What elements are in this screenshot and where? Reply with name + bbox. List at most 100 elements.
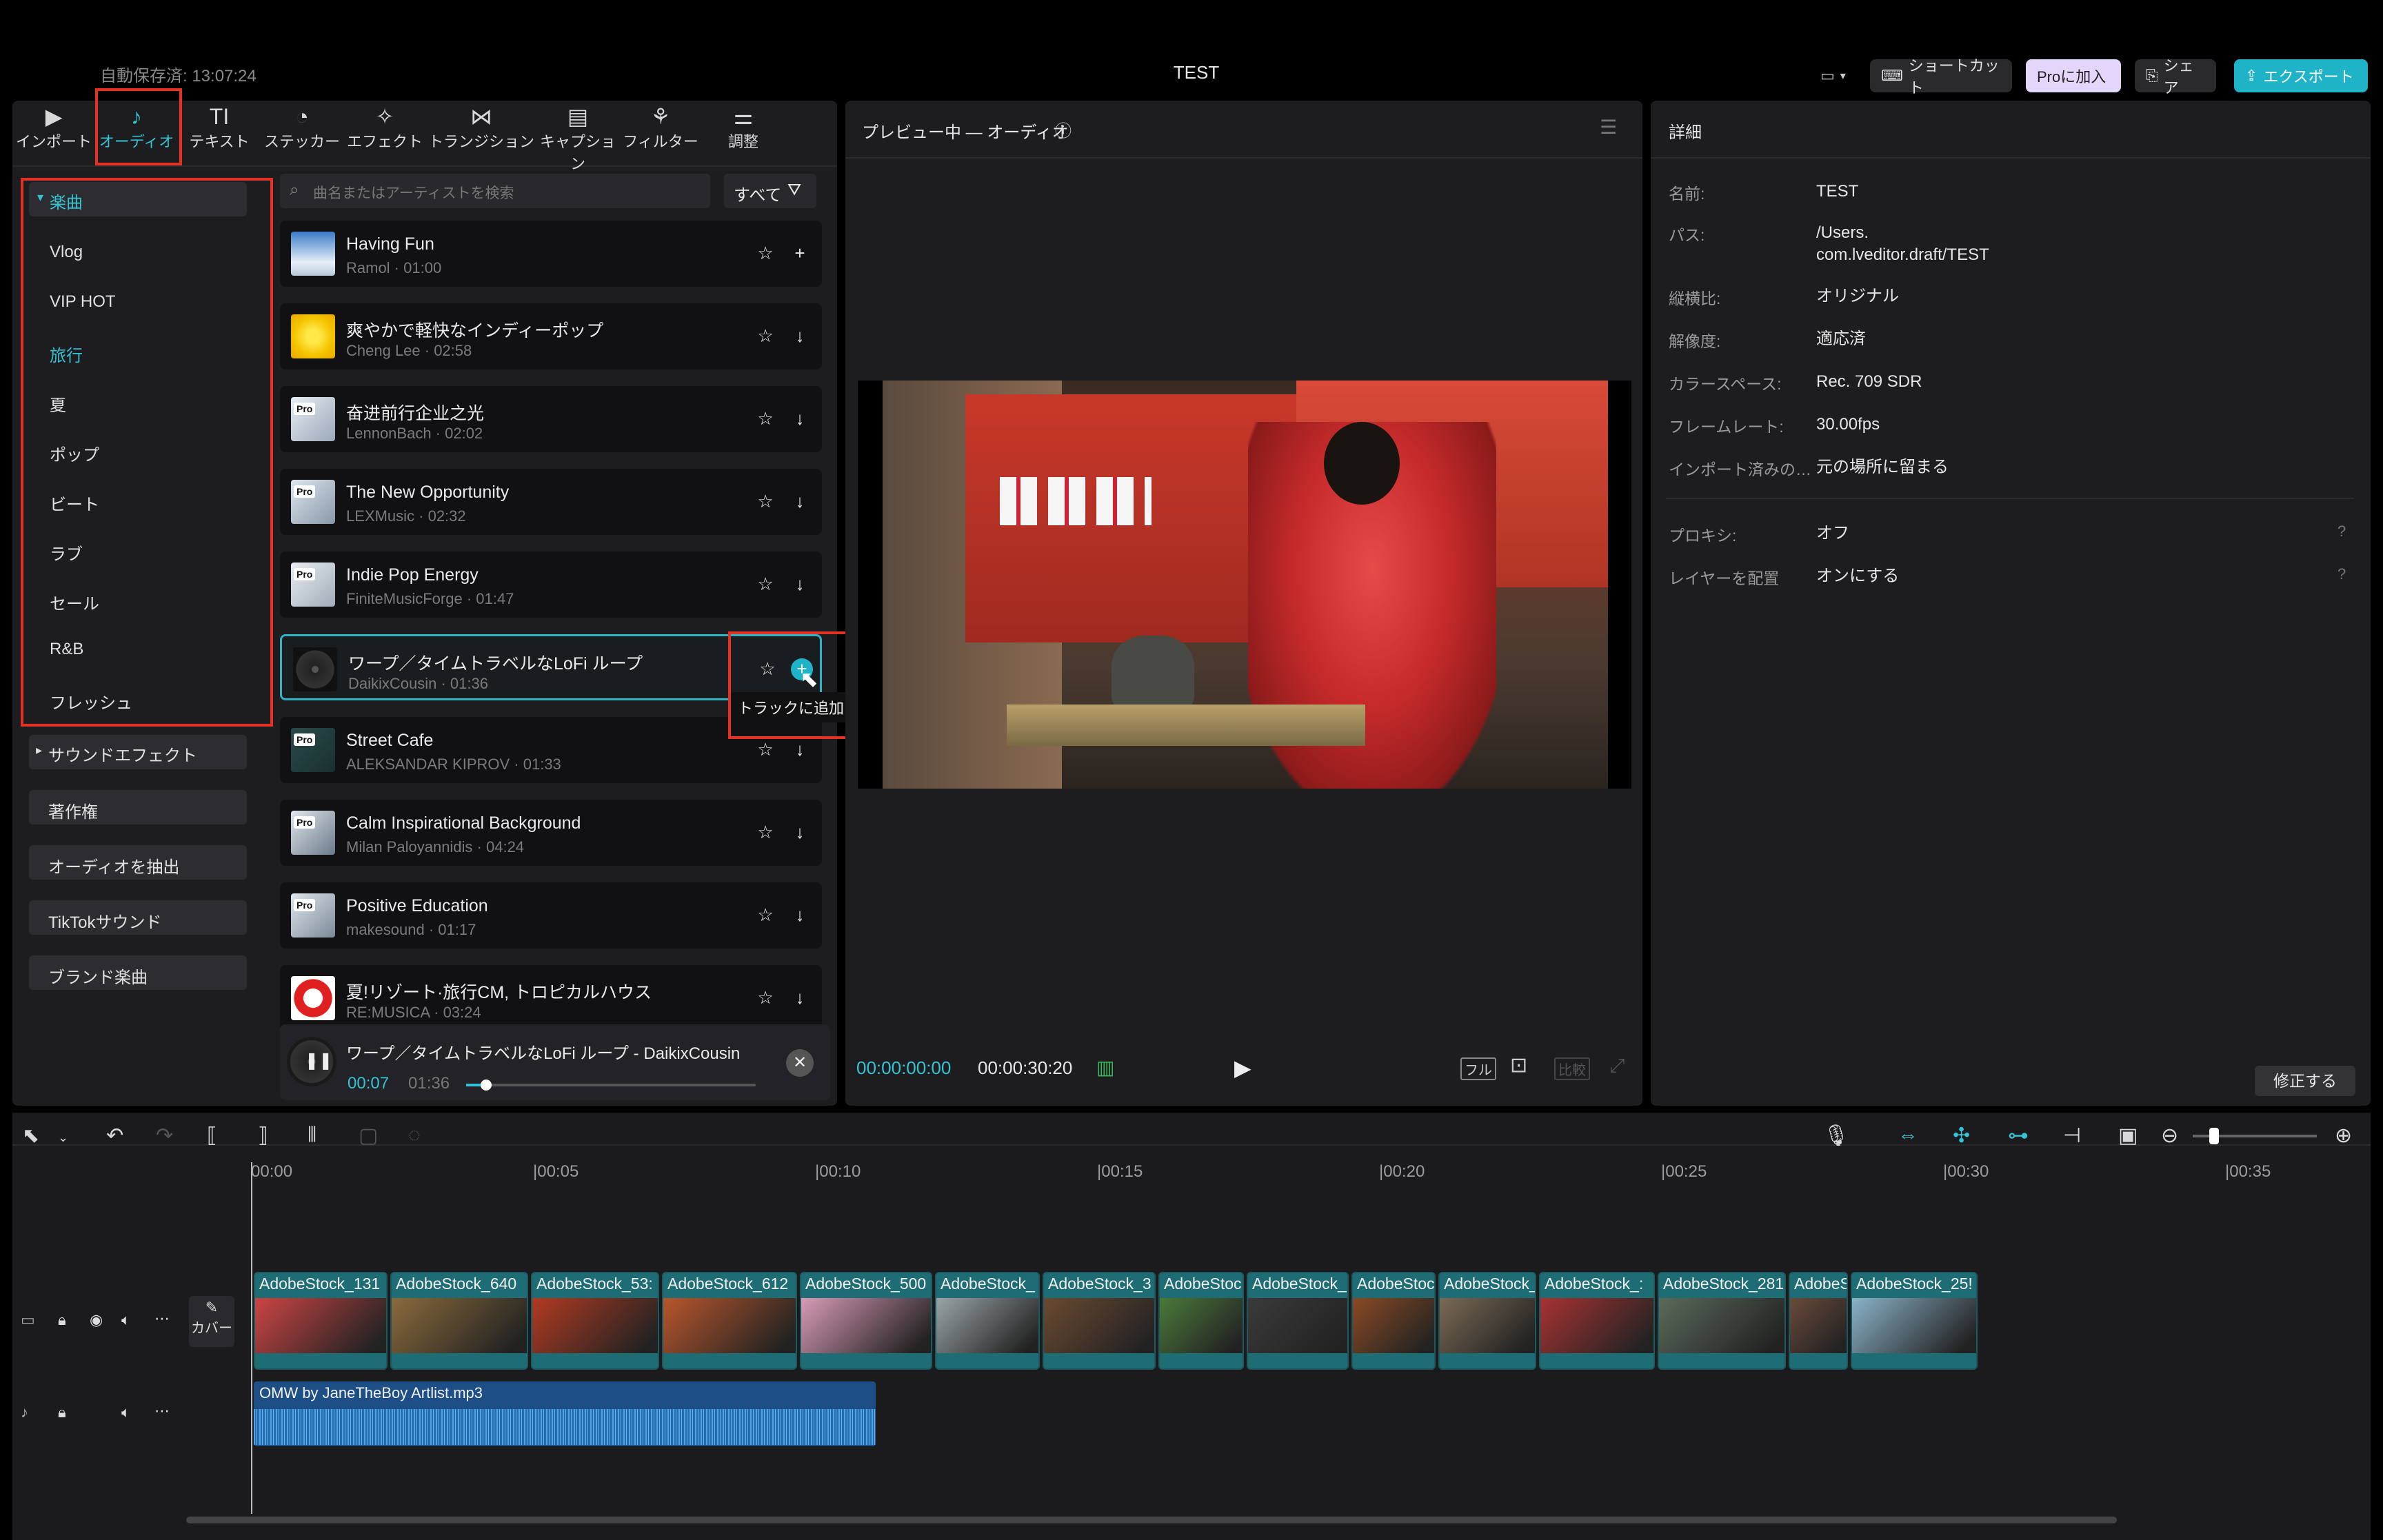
auto-snap-icon[interactable]: ✣ — [1953, 1124, 1970, 1148]
pause-button[interactable]: ❚❚ — [287, 1037, 336, 1086]
undo-icon[interactable]: ↶ — [106, 1124, 123, 1148]
extract-audio-button[interactable]: オーディオを抽出 — [29, 845, 247, 880]
tab-adjust[interactable]: ⚌ 調整 — [702, 103, 785, 159]
speaker-icon[interactable]: 🔈︎ — [121, 1404, 130, 1421]
video-clip[interactable]: AdobeStock_ — [935, 1272, 1040, 1370]
select-tool-icon[interactable]: ⬉ — [22, 1124, 39, 1148]
music-track-item[interactable]: Pro The New Opportunity LEXMusic · 02:32 ☆ ↓ — [280, 469, 822, 535]
redo-icon[interactable]: ↷ — [156, 1124, 173, 1148]
tab-sticker[interactable]: ◔ ステッカー — [261, 103, 343, 159]
tiktok-sounds-button[interactable]: TikTokサウンド — [29, 900, 247, 935]
help-icon[interactable]: ? — [2337, 565, 2346, 583]
tab-filter[interactable]: ⚘ フィルター — [619, 103, 702, 159]
music-track-item[interactable]: Pro Calm Inspirational Background Milan Pa… — [280, 800, 822, 866]
audio-clip[interactable]: OMW by JaneTheBoy Artlist.mp3 — [254, 1381, 876, 1446]
copyright-button[interactable]: 著作権 — [29, 790, 247, 824]
trim-right-icon[interactable]: ⦀ — [308, 1124, 316, 1147]
microphone-icon[interactable]: 🎙 — [1823, 1124, 1849, 1148]
more-icon[interactable]: ⋯ — [154, 1402, 170, 1420]
help-icon[interactable]: ? — [2337, 523, 2346, 540]
download-icon[interactable]: ↓ — [789, 904, 811, 926]
download-icon[interactable]: ↓ — [789, 408, 811, 430]
zoom-slider-knob[interactable] — [2209, 1128, 2219, 1144]
share-button[interactable]: ⎘ シェア — [2135, 57, 2216, 97]
music-track-item[interactable]: Pro 奋进前行企业之光 LennonBach · 02:02 ☆ ↓ — [280, 386, 822, 452]
video-clip[interactable]: AdobeStock_612 — [662, 1272, 797, 1370]
download-icon[interactable]: ↓ — [789, 325, 811, 347]
tab-text[interactable]: TI テキスト — [178, 103, 261, 159]
zoom-fit-icon[interactable]: ⊡ — [1510, 1053, 1527, 1077]
video-clip[interactable]: AdobeStoc — [1351, 1272, 1436, 1370]
music-track-item[interactable]: Pro Indie Pop Energy FiniteMusicForge · 01… — [280, 551, 822, 618]
full-quality-button[interactable]: フル — [1460, 1057, 1496, 1080]
favorite-star-icon[interactable]: ☆ — [754, 491, 776, 513]
favorite-star-icon[interactable]: ☆ — [754, 574, 776, 596]
chevron-down-icon[interactable]: ⌄ — [58, 1131, 68, 1145]
video-clip[interactable]: AdobeS — [1789, 1272, 1848, 1370]
video-clip[interactable]: AdobeStoc — [1158, 1272, 1244, 1370]
close-player-button[interactable]: ✕ — [786, 1049, 814, 1077]
shortcut-button[interactable]: ⌨ ショートカット — [1870, 57, 2012, 97]
video-clip[interactable]: AdobeStock_131 — [254, 1272, 388, 1370]
music-track-item[interactable]: 夏!リゾート·旅行CM, トロピカルハウス RE:MUSICA · 03:24 ☆ ↓ — [280, 965, 822, 1031]
brand-music-button[interactable]: ブランド楽曲 — [29, 955, 247, 990]
compare-button[interactable]: 比較 — [1554, 1057, 1590, 1080]
menu-icon[interactable]: ☰ — [1600, 116, 1617, 139]
tab-transition[interactable]: ⋈ トランジション — [426, 103, 536, 159]
video-clip[interactable]: AdobeStock_ — [1247, 1272, 1349, 1370]
modify-button[interactable]: 修正する — [2255, 1066, 2355, 1096]
zoom-slider[interactable] — [2193, 1128, 2317, 1144]
filter-dropdown[interactable]: すべて ⛛ — [724, 174, 816, 208]
search-input[interactable]: ⌕ 曲名またはアーティストを検索 — [280, 174, 710, 208]
zoom-out-icon[interactable]: ⊖ — [2161, 1124, 2178, 1148]
download-icon[interactable]: ↓ — [789, 574, 811, 596]
link-clips-icon[interactable]: ⊶ — [2008, 1124, 2029, 1148]
download-icon[interactable]: ↓ — [789, 822, 811, 844]
pro-subscribe-button[interactable]: Proに加入 — [2026, 59, 2121, 92]
preview-axis-icon[interactable]: ⊣ — [2063, 1124, 2081, 1148]
video-canvas[interactable] — [858, 381, 1631, 789]
tab-effects[interactable]: ✧ エフェクト — [343, 103, 426, 159]
video-clip[interactable]: AdobeStock_281 — [1658, 1272, 1786, 1370]
export-button[interactable]: ⇪ エクスポート — [2234, 59, 2368, 92]
delete-icon[interactable]: ▢ — [359, 1124, 378, 1148]
magnet-link-icon[interactable]: ⇔ — [1898, 1124, 1918, 1147]
trim-left-icon[interactable]: ⟧ — [258, 1124, 268, 1148]
favorite-star-icon[interactable]: ☆ — [754, 987, 776, 1009]
music-track-item[interactable]: 爽やかで軽快なインディーポップ Cheng Lee · 02:58 ☆ ↓ — [280, 303, 822, 369]
video-clip[interactable]: AdobeStock_ — [1438, 1272, 1536, 1370]
lock-icon[interactable]: 🔒︎ — [58, 1311, 66, 1329]
player-progress-bar[interactable] — [466, 1080, 756, 1091]
playhead[interactable] — [251, 1162, 252, 1514]
thumbnail-toggle-icon[interactable]: ▣ — [2118, 1124, 2138, 1148]
mask-icon[interactable]: ◌ — [408, 1124, 421, 1147]
layout-menu-button[interactable]: ▭ ▾ — [1809, 59, 1858, 92]
favorite-star-icon[interactable]: ☆ — [754, 822, 776, 844]
speaker-icon[interactable]: 🔈︎ — [121, 1311, 130, 1329]
play-button[interactable]: ▶ — [1234, 1055, 1251, 1081]
split-icon[interactable]: ⟦ — [207, 1124, 217, 1148]
favorite-star-icon[interactable]: ☆ — [754, 739, 776, 761]
video-clip[interactable]: AdobeStock_: — [1539, 1272, 1655, 1370]
video-clip[interactable]: AdobeStock_25! — [1851, 1272, 1978, 1370]
video-clip[interactable]: AdobeStock_500 — [800, 1272, 932, 1370]
video-clip[interactable]: AdobeStock_3 — [1043, 1272, 1156, 1370]
download-icon[interactable]: ↓ — [789, 739, 811, 761]
timeline-scrollbar[interactable] — [186, 1517, 2117, 1523]
tab-import[interactable]: ▶ インポート — [12, 103, 95, 159]
more-icon[interactable]: ⋯ — [154, 1310, 170, 1328]
music-track-item[interactable]: Having Fun Ramol · 01:00 ☆ + — [280, 221, 822, 287]
add-to-track-button[interactable]: + — [789, 243, 811, 265]
cover-button[interactable]: ✎ カバー — [189, 1296, 234, 1347]
lock-icon[interactable]: 🔒︎ — [58, 1404, 66, 1421]
tab-caption[interactable]: ▤ キャプション — [536, 103, 619, 172]
favorite-star-icon[interactable]: ☆ — [754, 325, 776, 347]
favorite-star-icon[interactable]: ☆ — [754, 904, 776, 926]
favorite-star-icon[interactable]: ☆ — [754, 243, 776, 265]
sound-effects-category[interactable]: ▸ サウンドエフェクト — [29, 735, 247, 769]
music-track-item[interactable]: Pro Positive Education makesound · 01:17 ☆ ↓ — [280, 882, 822, 949]
zoom-in-icon[interactable]: ⊕ — [2335, 1124, 2352, 1148]
video-clip[interactable]: AdobeStock_53: — [531, 1272, 659, 1370]
download-icon[interactable]: ↓ — [789, 987, 811, 1009]
favorite-star-icon[interactable]: ☆ — [754, 408, 776, 430]
